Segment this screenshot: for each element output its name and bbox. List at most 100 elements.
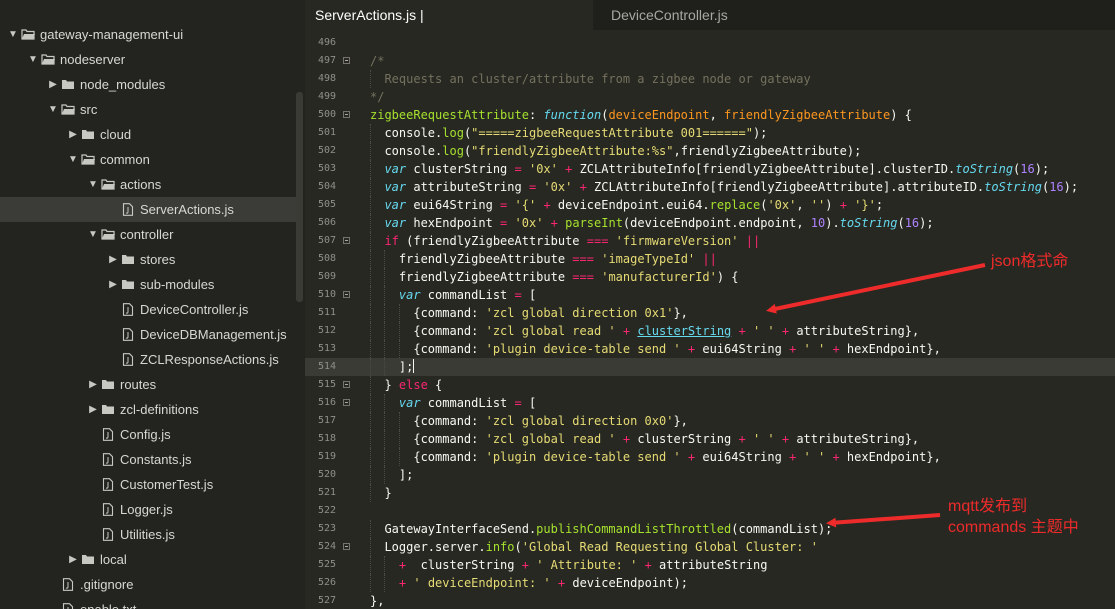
chevron-right-icon[interactable]: ▶ — [108, 247, 118, 272]
fold-toggle-icon[interactable] — [343, 111, 350, 118]
code-line[interactable]: 496 — [305, 34, 1115, 52]
code-line[interactable]: 516 var commandList = [ — [305, 394, 1115, 412]
tree-item-devicecontroller-js[interactable]: DeviceController.js — [0, 297, 296, 322]
code-line[interactable]: 498 Requests an cluster/attribute from a… — [305, 70, 1115, 88]
chevron-right-icon[interactable]: ▶ — [108, 272, 118, 297]
tree-item-nodeserver[interactable]: ▼ nodeserver — [0, 47, 296, 72]
tree-item-src[interactable]: ▼ src — [0, 97, 296, 122]
tree-item-utilities-js[interactable]: Utilities.js — [0, 522, 296, 547]
tree-item-label: zcl-definitions — [120, 402, 199, 417]
tree-item-config-js[interactable]: Config.js — [0, 422, 296, 447]
tree-item-gateway-management-ui[interactable]: ▼ gateway-management-ui — [0, 22, 296, 47]
fold-toggle-icon[interactable] — [343, 237, 350, 244]
fold-toggle-icon[interactable] — [343, 399, 350, 406]
code-line[interactable]: 513 {command: 'plugin device-table send … — [305, 340, 1115, 358]
tree-item-node-modules[interactable]: ▶ node_modules — [0, 72, 296, 97]
chevron-right-icon[interactable]: ▶ — [68, 547, 78, 572]
code-token: deviceEndpoint — [608, 108, 710, 122]
code-token: clusterString — [630, 432, 739, 446]
code-line[interactable]: 499 */ — [305, 88, 1115, 106]
tab-device-controller[interactable]: DeviceController.js — [601, 0, 751, 30]
tree-item-serveractions-js[interactable]: ServerActions.js — [0, 197, 296, 222]
code-token: '}' — [854, 198, 876, 212]
fold-toggle-icon[interactable] — [343, 291, 350, 298]
code-line[interactable]: 501 console.log("=====zigbeeRequestAttri… — [305, 124, 1115, 142]
sidebar-scrollbar[interactable] — [296, 92, 303, 302]
tree-item-logger-js[interactable]: Logger.js — [0, 497, 296, 522]
tree-item-sub-modules[interactable]: ▶ sub-modules — [0, 272, 296, 297]
tree-item-local[interactable]: ▶ local — [0, 547, 296, 572]
tree-item-routes[interactable]: ▶ routes — [0, 372, 296, 397]
tree-item-enable-txt[interactable]: enable.txt — [0, 597, 296, 609]
code-token: eui64String — [406, 198, 501, 212]
tree-item-zcl-definitions[interactable]: ▶ zcl-definitions — [0, 397, 296, 422]
code-line[interactable]: 517 {command: 'zcl global direction 0x0'… — [305, 412, 1115, 430]
tree-item-gitignore[interactable]: .gitignore — [0, 572, 296, 597]
chevron-right-icon[interactable]: ▶ — [88, 372, 98, 397]
folder-icon — [122, 255, 134, 264]
code-token: { — [427, 378, 443, 392]
tree-item-label: routes — [120, 377, 157, 392]
tree-item-controller[interactable]: ▼ controller — [0, 222, 296, 247]
chevron-right-icon[interactable]: ▶ — [88, 397, 98, 422]
code-line[interactable]: 497 /* — [305, 52, 1115, 70]
chevron-down-icon[interactable]: ▼ — [8, 22, 18, 47]
chevron-down-icon[interactable]: ▼ — [88, 222, 98, 247]
chevron-down-icon[interactable]: ▼ — [88, 172, 98, 197]
fold-toggle-icon[interactable] — [343, 381, 350, 388]
code-line[interactable]: 514 ]; — [305, 358, 1115, 376]
tree-item-label: DeviceController.js — [140, 302, 249, 317]
code-line[interactable]: 503 var clusterString = '0x' + ZCLAttrib… — [305, 160, 1115, 178]
code-line[interactable]: 502 console.log("friendlyZigbeeAttribute… — [305, 142, 1115, 160]
code-token: Logger.server. — [370, 540, 486, 554]
code-token: attributeString}, — [789, 324, 920, 338]
folder-open-icon — [101, 229, 115, 240]
fold-toggle-icon[interactable] — [343, 57, 350, 64]
code-line[interactable]: 515 } else { — [305, 376, 1115, 394]
code-line[interactable]: 506 var hexEndpoint = '0x' + parseInt(de… — [305, 214, 1115, 232]
chevron-right-icon[interactable]: ▶ — [48, 72, 58, 97]
chevron-down-icon[interactable]: ▼ — [28, 47, 38, 72]
code-line[interactable]: 500 zigbeeRequestAttribute: function(devi… — [305, 106, 1115, 124]
code-line[interactable]: 527}, — [305, 592, 1115, 609]
chevron-right-icon[interactable]: ▶ — [68, 122, 78, 147]
code-line[interactable]: 507 if (friendlyZigbeeAttribute === 'fir… — [305, 232, 1115, 250]
chevron-down-icon[interactable]: ▼ — [48, 97, 58, 122]
code-token: = — [514, 162, 522, 176]
tab-server-actions[interactable]: ServerActions.js | nodeserver......on/ac… — [305, 0, 593, 53]
code-token: {command: — [370, 450, 486, 464]
tree-item-common[interactable]: ▼ common — [0, 147, 296, 172]
code-line[interactable]: 518 {command: 'zcl global read ' + clust… — [305, 430, 1115, 448]
code-line[interactable]: 510 var commandList = [ — [305, 286, 1115, 304]
code-line[interactable]: 520 ]; — [305, 466, 1115, 484]
code-line[interactable]: 524 Logger.server.info('Global Read Requ… — [305, 538, 1115, 556]
tree-item-constants-js[interactable]: Constants.js — [0, 447, 296, 472]
line-number: 521 — [317, 487, 336, 498]
tree-item-customertest-js[interactable]: CustomerTest.js — [0, 472, 296, 497]
code-token: var — [370, 180, 407, 194]
code-line[interactable]: 519 {command: 'plugin device-table send … — [305, 448, 1115, 466]
tree-item-stores[interactable]: ▶ stores — [0, 247, 296, 272]
code-line[interactable]: 505 var eui64String = '{' + deviceEndpoi… — [305, 196, 1115, 214]
code-token: var — [370, 216, 407, 230]
code-token: + — [832, 342, 840, 356]
fold-toggle-icon[interactable] — [343, 543, 350, 550]
code-line[interactable]: 526 + ' deviceEndpoint: ' + deviceEndpoi… — [305, 574, 1115, 592]
chevron-down-icon[interactable]: ▼ — [68, 147, 78, 172]
code-token: hexEndpoint — [406, 216, 501, 230]
code-line[interactable]: 512 {command: 'zcl global read ' + clust… — [305, 322, 1115, 340]
code-line[interactable]: 525 + clusterString + ' Attribute: ' + a… — [305, 556, 1115, 574]
tree-item-actions[interactable]: ▼ actions — [0, 172, 296, 197]
tree-item-cloud[interactable]: ▶ cloud — [0, 122, 296, 147]
code-line[interactable]: 504 var attributeString = '0x' + ZCLAttr… — [305, 178, 1115, 196]
code-token: || — [745, 234, 761, 248]
tree-item-zclresponseactions-js[interactable]: ZCLResponseActions.js — [0, 347, 296, 372]
line-number: 511 — [317, 307, 336, 318]
code-line[interactable]: 511 {command: 'zcl global direction 0x1'… — [305, 304, 1115, 322]
tree-item-devicedbmanagement-js[interactable]: DeviceDBManagement.js — [0, 322, 296, 347]
code-token: ); — [1063, 180, 1079, 194]
